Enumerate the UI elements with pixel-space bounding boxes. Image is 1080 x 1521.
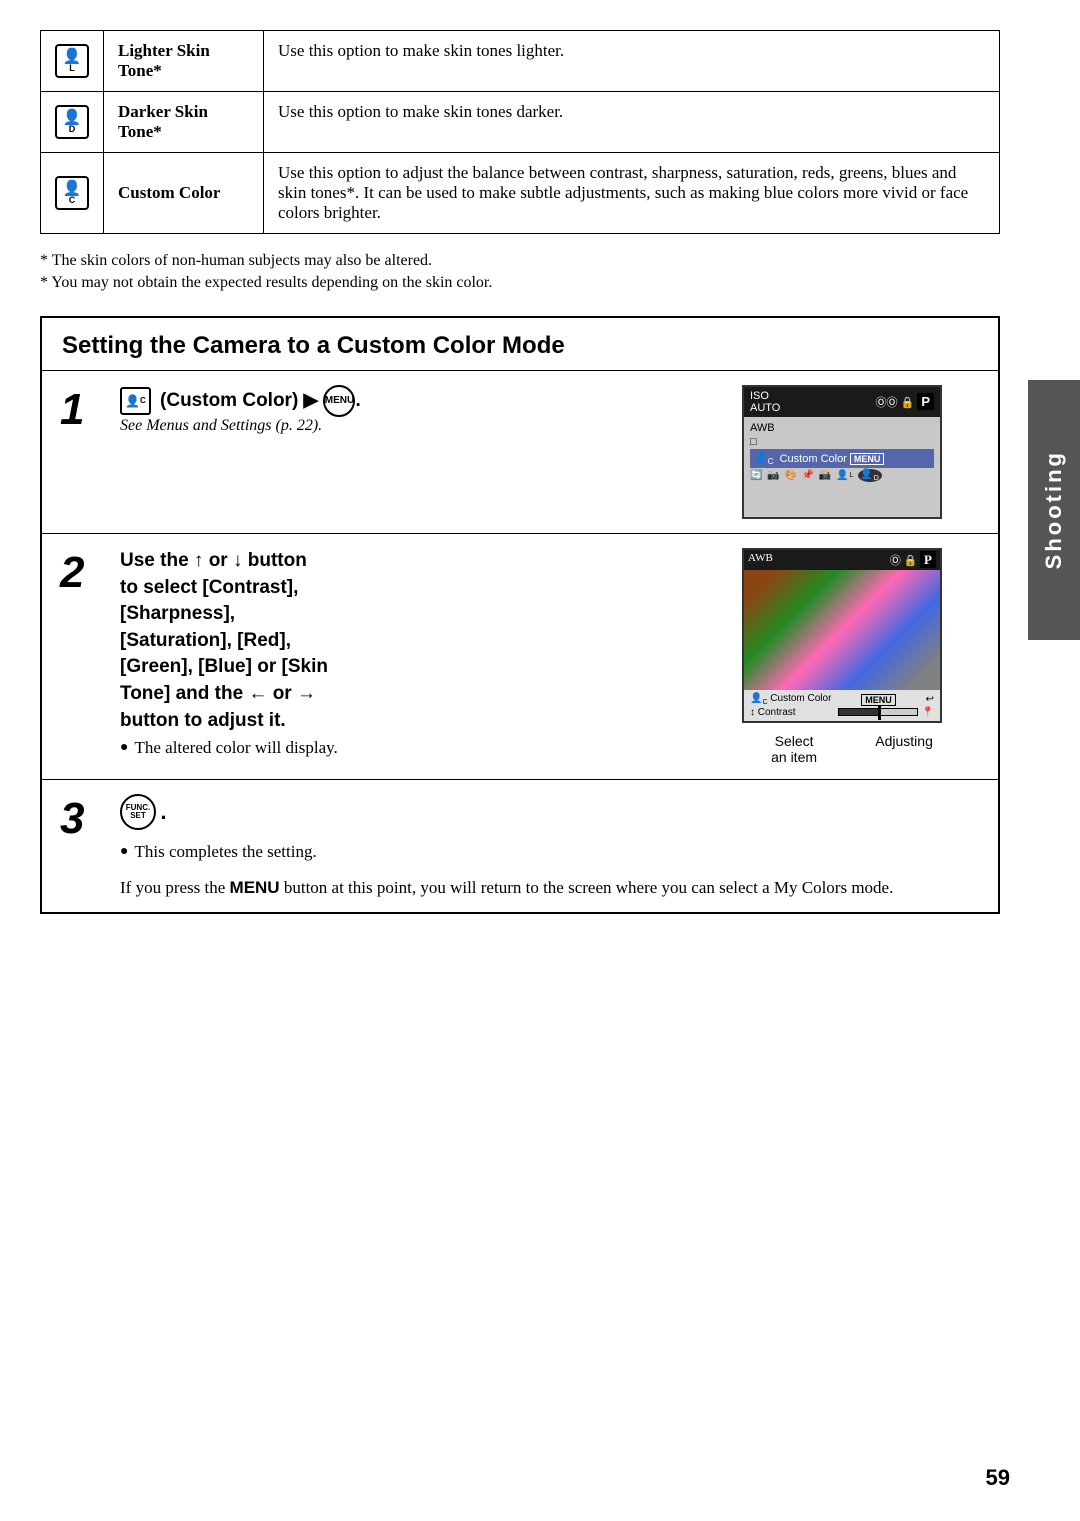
footnote-1: * The skin colors of non-human subjects … — [40, 252, 1000, 270]
step-3-content: FUNC. SET . This completes the setting. … — [112, 780, 998, 912]
footnote-2: * You may not obtain the expected result… — [40, 274, 1000, 292]
cam-screen-2-bottom: 👤C Custom Color MENU ↩ ↕ Contrast � — [744, 690, 940, 721]
sidebar-tab: Shooting — [1028, 380, 1080, 640]
menu-text: MENU — [230, 878, 280, 897]
step-3-bullet: This completes the setting. — [120, 842, 982, 862]
custom-color-step-icon: 👤C — [120, 387, 151, 415]
step-2-inner: Use the ↑ or ↓ button to select [Contras… — [120, 548, 982, 765]
step-1-number: 1 — [42, 371, 112, 533]
table-icon-cell: 👤L — [41, 31, 104, 92]
menu-circle-icon: MENU — [323, 385, 355, 417]
cam-icons-top: ⓄⓄ 🔒 P — [876, 394, 934, 410]
darker-skin-label: Darker Skin Tone* — [104, 92, 264, 153]
cam-screen-1-top: ISOAUTO ⓄⓄ 🔒 P — [744, 387, 940, 417]
func-set-button[interactable]: FUNC. SET — [120, 794, 156, 830]
feature-table: 👤L Lighter Skin Tone* Use this option to… — [40, 30, 1000, 234]
custom-color-icon: 👤C — [55, 176, 89, 210]
step-1-instruction: 👤C (Custom Color) ▶ MENU. — [120, 385, 726, 417]
step-2-text: Use the ↑ or ↓ button to select [Contras… — [120, 548, 726, 758]
cam2-bottom-row2: ↕ Contrast 📍 — [750, 706, 934, 718]
cam-row-square: □ — [750, 435, 934, 449]
caption-select: Select an item — [771, 733, 817, 765]
caption-select-text2: an item — [771, 749, 817, 765]
cam2-contrast-label: ↕ Contrast — [750, 707, 796, 718]
step-2-content: Use the ↑ or ↓ button to select [Contras… — [112, 534, 998, 779]
step-1-text: 👤C (Custom Color) ▶ MENU. See Menus and … — [120, 385, 726, 435]
step-3-footer: If you press the MENU button at this poi… — [120, 878, 982, 898]
cam-screen-2-flower — [744, 570, 940, 690]
custom-color-desc: Use this option to adjust the balance be… — [264, 153, 1000, 234]
cam2-icons: Ⓞ 🔒 P — [890, 552, 936, 568]
cam2-custom-color-label: 👤C Custom Color — [750, 693, 831, 706]
step-1-inner: 👤C (Custom Color) ▶ MENU. See Menus and … — [120, 385, 982, 519]
cam2-awb: AWB — [748, 552, 773, 568]
cam-row-custom-color: 👤C Custom Color MENU — [750, 449, 934, 468]
cam2-return: ↩ — [926, 694, 934, 705]
step-2-captions: Select an item Adjusting — [742, 733, 962, 765]
footnotes: * The skin colors of non-human subjects … — [40, 252, 1000, 292]
step-3-icon-row: FUNC. SET . — [120, 794, 982, 830]
caption-adjusting-text: Adjusting — [875, 733, 933, 749]
darker-skin-icon: 👤D — [55, 105, 89, 139]
instruction-box: Setting the Camera to a Custom Color Mod… — [40, 316, 1000, 914]
table-icon-cell: 👤D — [41, 92, 104, 153]
camera-screen-1: ISOAUTO ⓄⓄ 🔒 P AWB □ 👤C Custom Color MEN… — [742, 385, 942, 519]
step-3-number: 3 — [42, 780, 112, 912]
cam-screen-1-body: AWB □ 👤C Custom Color MENU 🔄 📷 🎨 📌 📸 👤L — [744, 417, 940, 517]
table-row: 👤D Darker Skin Tone* Use this option to … — [41, 92, 1000, 153]
cam-row-icons: 🔄 📷 🎨 📌 📸 👤L 👤D — [750, 468, 934, 483]
cam-row-awb: AWB — [750, 421, 934, 435]
caption-select-text: Select — [775, 733, 814, 749]
page-number: 59 — [986, 1465, 1010, 1491]
step-2-bullet: The altered color will display. — [120, 738, 726, 758]
camera-screen-2: AWB Ⓞ 🔒 P 👤C Custom Color MENU — [742, 548, 942, 723]
cam2-menu-btn: MENU — [861, 694, 896, 706]
step-1-content: 👤C (Custom Color) ▶ MENU. See Menus and … — [112, 371, 998, 533]
step-2-instruction: Use the ↑ or ↓ button to select [Contras… — [120, 548, 726, 734]
steps-container: 1 👤C (Custom Color) ▶ MENU. See Menus an… — [42, 371, 998, 912]
step-1-image: ISOAUTO ⓄⓄ 🔒 P AWB □ 👤C Custom Color MEN… — [742, 385, 982, 519]
step-1-row: 1 👤C (Custom Color) ▶ MENU. See Menus an… — [42, 371, 998, 534]
table-icon-cell: 👤C — [41, 153, 104, 234]
step-2-image: AWB Ⓞ 🔒 P 👤C Custom Color MENU — [742, 548, 982, 765]
lighter-skin-label: Lighter Skin Tone* — [104, 31, 264, 92]
iso-auto-label: ISOAUTO — [750, 390, 780, 414]
func-set-label: FUNC. SET — [126, 796, 150, 828]
box-title-text: Setting the Camera to a Custom Color Mod… — [62, 332, 565, 359]
cam-screen-2-top: AWB Ⓞ 🔒 P — [744, 550, 940, 570]
step-2-number: 2 — [42, 534, 112, 779]
table-row: 👤C Custom Color Use this option to adjus… — [41, 153, 1000, 234]
table-row: 👤L Lighter Skin Tone* Use this option to… — [41, 31, 1000, 92]
step-2-row: 2 Use the ↑ or ↓ button to select [Contr… — [42, 534, 998, 780]
sidebar-label: Shooting — [1041, 450, 1067, 569]
lighter-skin-desc: Use this option to make skin tones light… — [264, 31, 1000, 92]
step-1-sub: See Menus and Settings (p. 22). — [120, 417, 726, 435]
caption-adjusting: Adjusting — [875, 733, 933, 765]
page-wrapper: Shooting 👤L Lighter Skin Tone* Use this … — [0, 0, 1080, 1521]
cam2-bottom-row1: 👤C Custom Color MENU ↩ — [750, 693, 934, 706]
lighter-skin-icon: 👤L — [55, 44, 89, 78]
cam2-contrast-bar: 📍 — [838, 706, 934, 718]
step-3-row: 3 FUNC. SET . This completes the set — [42, 780, 998, 912]
custom-color-label: Custom Color — [104, 153, 264, 234]
darker-skin-desc: Use this option to make skin tones darke… — [264, 92, 1000, 153]
box-title: Setting the Camera to a Custom Color Mod… — [42, 318, 998, 371]
